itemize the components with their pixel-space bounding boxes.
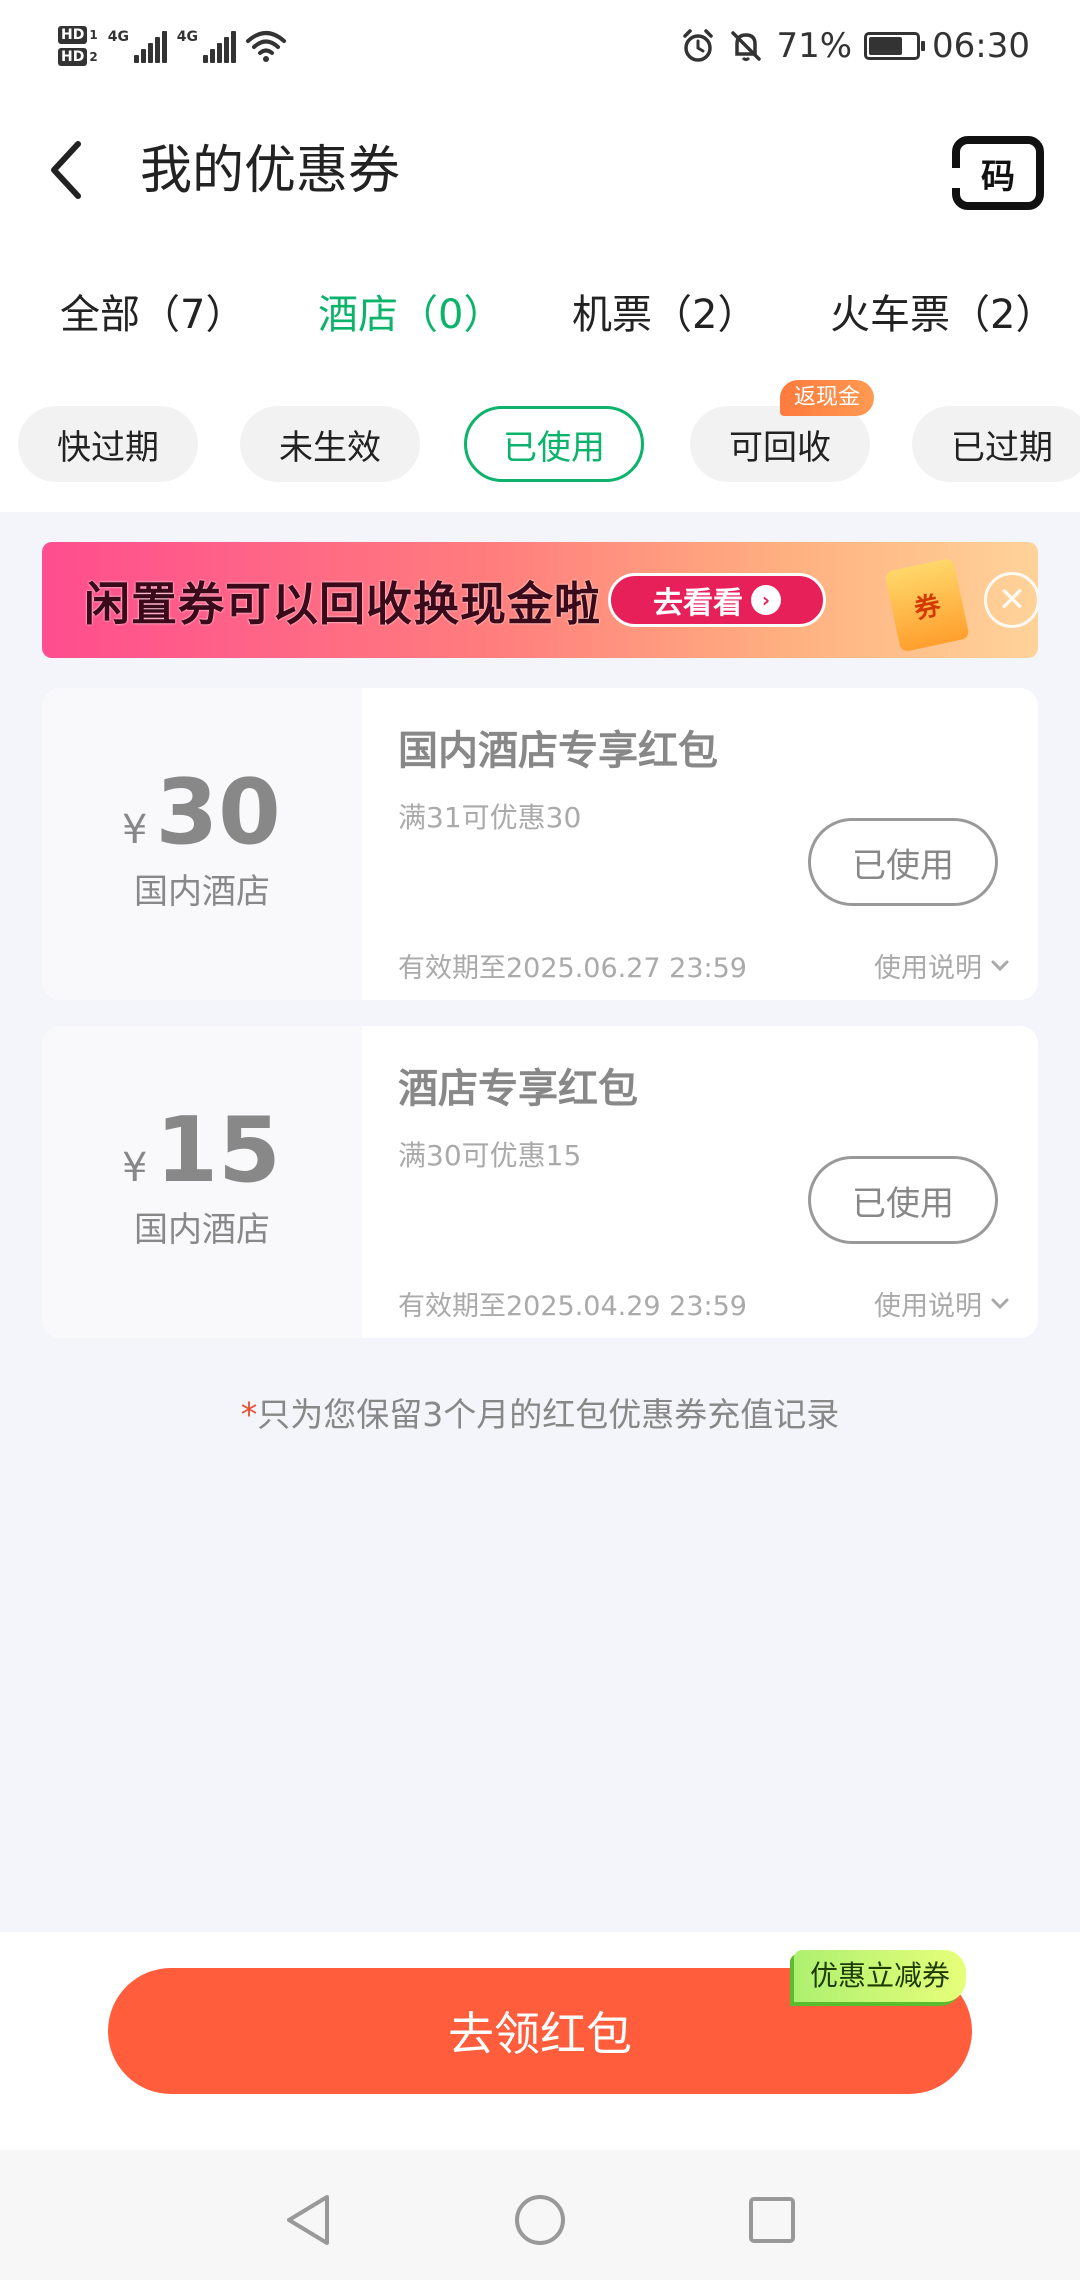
tab-all[interactable]: 全部（7） [60,282,245,340]
filter-expired[interactable]: 已过期 [912,406,1080,482]
nav-back-button[interactable] [278,2190,338,2250]
tab-hotel[interactable]: 酒店（0） [318,282,503,340]
square-recents-icon [749,2197,795,2243]
code-button[interactable]: 码 [952,136,1044,210]
alarm-icon [683,29,714,62]
chevron-down-icon [991,1298,1009,1309]
coupon-scope: 国内酒店 [134,1210,270,1250]
currency-symbol: ¥ [122,807,148,853]
bottom-bar: 去领红包 优惠立减券 [0,1932,1080,2150]
hd1-label: HD [58,26,88,44]
amount-value: 15 [155,1098,281,1203]
chevron-left-icon [51,141,81,199]
page-title: 我的优惠券 [140,141,401,201]
code-label: 码 [981,156,1015,197]
coupon-amount-panel: ¥ 30 国内酒店 [42,688,362,1000]
hd1-indicator: HD 1 [58,26,98,44]
coupon-condition: 满31可优惠30 [398,801,582,834]
note-star: * [240,1395,258,1434]
battery-percent: 71% [776,26,853,66]
banner-cta-button[interactable]: 去看看 › [608,573,826,627]
filter-not-active[interactable]: 未生效 [240,406,420,482]
status-right: 71% 06:30 [680,20,1030,72]
signal-2-icon: 4G [177,29,236,63]
coupon-condition: 满30可优惠15 [398,1139,582,1172]
coupon-title: 酒店专享红包 [398,1066,638,1112]
used-button[interactable]: 已使用 [808,1156,998,1244]
nav-recents-button[interactable] [742,2190,802,2250]
used-button[interactable]: 已使用 [808,818,998,906]
hd1-number: 1 [89,28,98,42]
tab-flight[interactable]: 机票（2） [572,282,757,340]
ticket-label: 券 [911,590,944,625]
coupon-validity: 有效期至2025.06.27 23:59 [398,953,747,984]
hd2-label: HD [58,48,88,66]
filter-expiring[interactable]: 快过期 [18,406,198,482]
chevron-down-icon [991,960,1009,971]
status-bar: HD 1 HD 2 4G 4G 71% 06:30 [0,0,1080,92]
close-icon[interactable]: ✕ [984,572,1038,628]
filter-recyclable[interactable]: 可回收 [690,406,870,482]
signal-1-icon: 4G [108,29,167,63]
usage-rules-label: 使用说明 [874,953,982,984]
retention-note: *只为您保留3个月的红包优惠券充值记录 [0,1388,1080,1436]
back-button[interactable] [36,130,96,210]
circle-home-icon [515,2195,565,2245]
clock: 06:30 [932,26,1030,66]
app-header: 我的优惠券 码 [0,92,1080,252]
filter-used[interactable]: 已使用 [464,406,644,482]
status-left: HD 1 HD 2 4G 4G [58,14,286,78]
coupon-amount-panel: ¥ 15 国内酒店 [42,1026,362,1338]
battery-fill [869,37,903,55]
hd-indicators: HD 1 HD 2 [58,26,98,66]
nav-home-button[interactable] [510,2190,570,2250]
discount-tag: 优惠立减券 [794,1950,967,2002]
system-navigation-bar [0,2150,1080,2280]
usage-rules-link[interactable]: 使用说明 [874,1284,1010,1323]
cashback-badge: 返现金 [780,380,875,416]
battery-icon [864,32,926,60]
currency-symbol: ¥ [122,1145,148,1191]
coupon-card: ¥ 15 国内酒店 酒店专享红包 满30可优惠15 已使用 有效期至2025.0… [42,1026,1038,1338]
coupon-amount: ¥ 30 [122,760,281,865]
hd2-indicator: HD 2 [58,48,98,66]
chevron-right-icon: › [751,585,781,615]
coupon-amount: ¥ 15 [122,1098,281,1203]
coupon-validity: 有效期至2025.04.29 23:59 [398,1291,747,1322]
category-tabs: 全部（7） 酒店（0） 机票（2） 火车票（2） [0,252,1080,370]
usage-rules-link[interactable]: 使用说明 [874,946,1010,985]
coupon-card: ¥ 30 国内酒店 国内酒店专享红包 满31可优惠30 已使用 有效期至2025… [42,688,1038,1000]
ticket-icon: 券 [884,557,970,653]
amount-value: 30 [155,760,281,865]
hd2-number: 2 [89,50,98,64]
coupon-scope: 国内酒店 [134,872,270,912]
banner-text: 闲置券可以回收换现金啦 [84,577,601,631]
network-type-1: 4G [107,29,129,45]
filter-row: 快过期 未生效 已使用 可回收 已过期 返现金 [0,370,1080,512]
note-text: 只为您保留3个月的红包优惠券充值记录 [257,1395,840,1434]
usage-rules-label: 使用说明 [874,1291,982,1322]
triangle-back-icon [287,2195,329,2245]
mute-bell-icon [731,31,762,61]
tab-train[interactable]: 火车票（2） [830,282,1055,340]
network-type-2: 4G [176,29,198,45]
banner-cta-label: 去看看 [653,586,743,621]
wifi-icon [245,31,286,62]
coupon-title: 国内酒店专享红包 [398,728,718,774]
recycle-banner[interactable]: 闲置券可以回收换现金啦 去看看 › 券 ✕ [42,542,1038,658]
